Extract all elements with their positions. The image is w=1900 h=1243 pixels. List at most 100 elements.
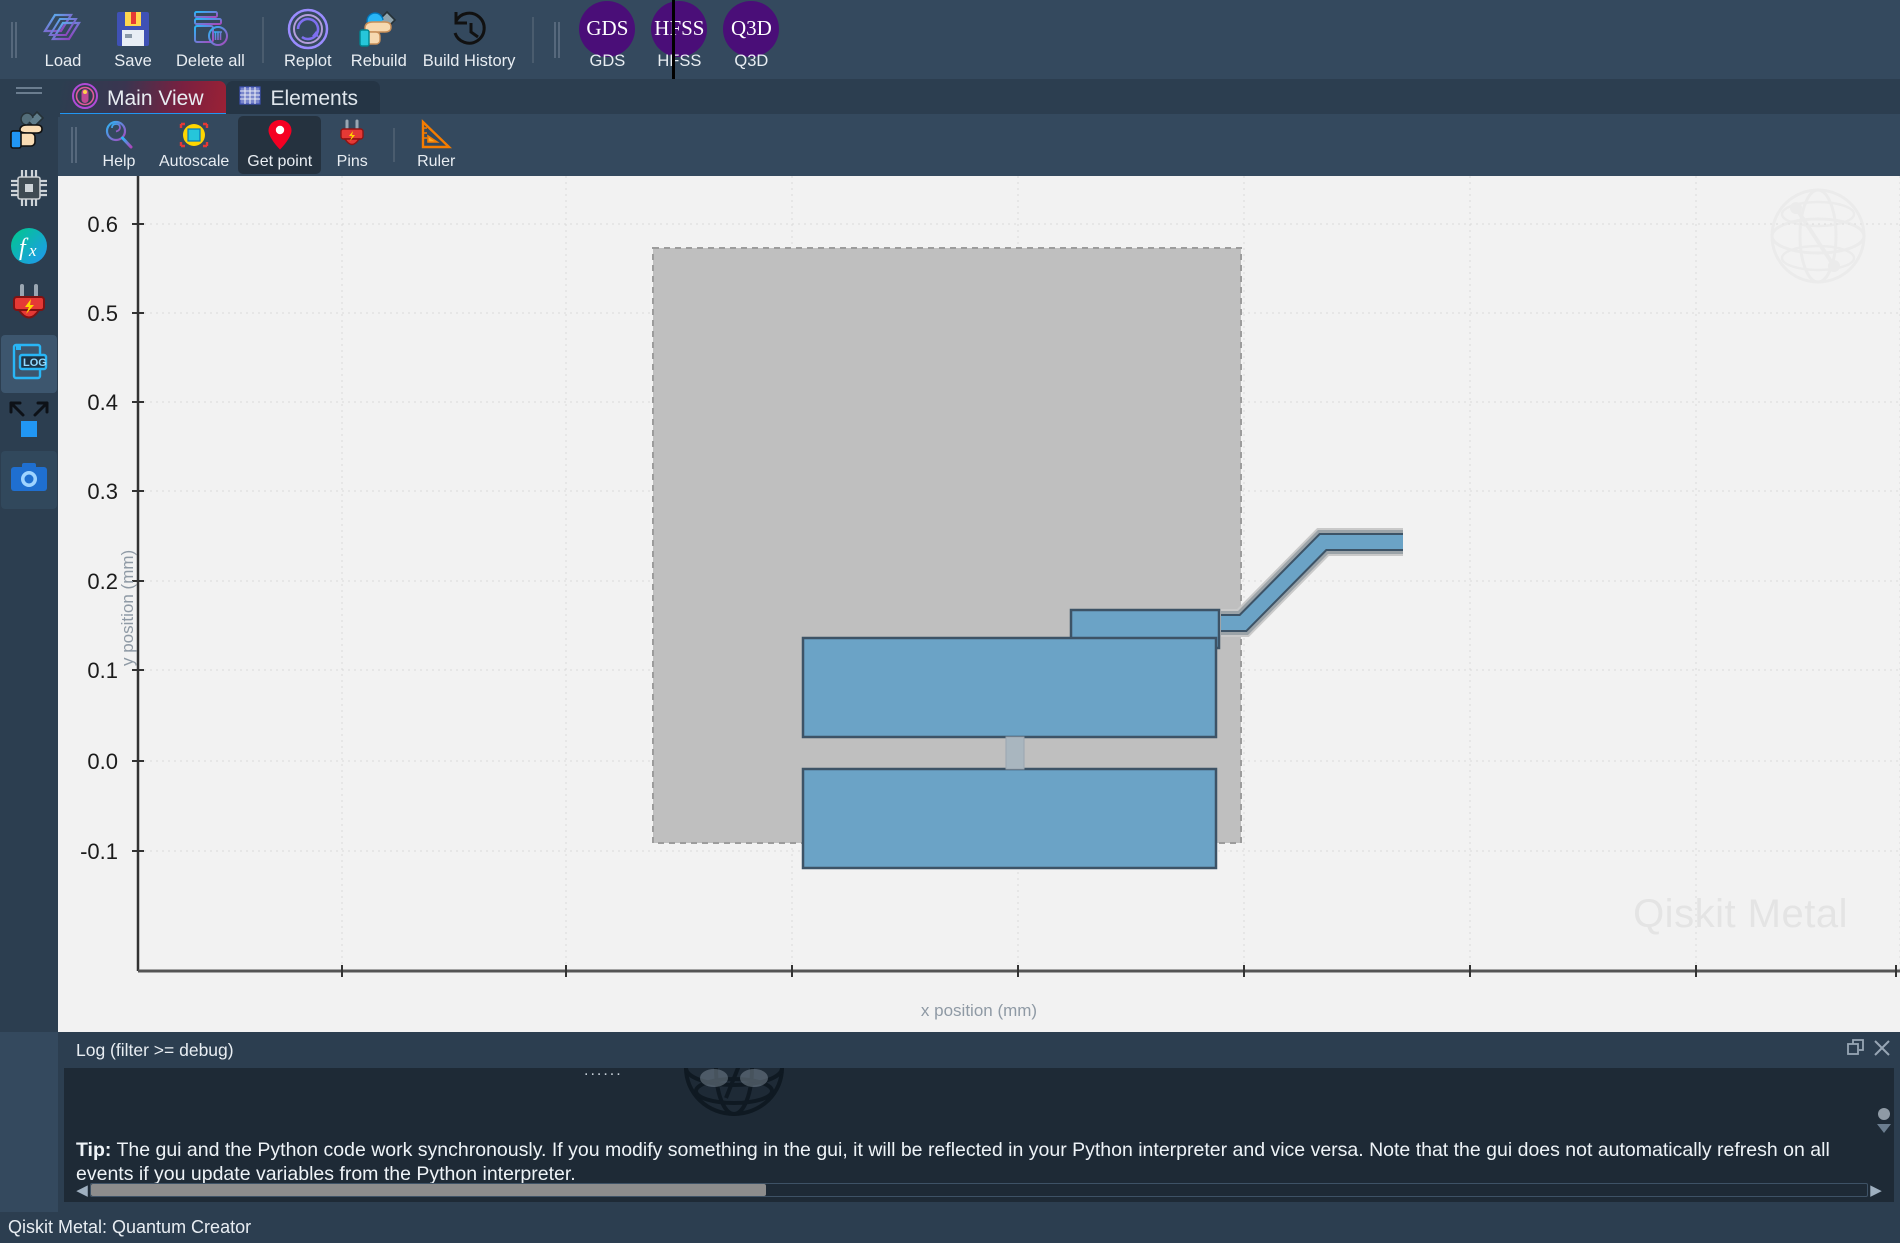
- log-truncated-line: ......: [584, 1068, 623, 1079]
- design-plot-panel[interactable]: 0.6 0.5 0.4 0.3 0.2 0.1 0.0 -0.1 -0.25 0…: [58, 176, 1900, 1032]
- ruler-button-label: Ruler: [417, 153, 456, 170]
- pins-button[interactable]: Pins: [321, 116, 383, 174]
- view-tab-bar: Main View Elements: [0, 79, 1900, 117]
- y-tick-label: 0.4: [87, 390, 118, 415]
- rebuild-button-label: Rebuild: [350, 51, 407, 70]
- sidebar-item-log[interactable]: LOG: [1, 335, 57, 393]
- y-tick-label: -0.1: [80, 839, 118, 864]
- q3d-renderer-button[interactable]: Q3D Q3D: [715, 0, 787, 76]
- fx-icon: f x: [7, 224, 51, 273]
- camera-icon: [9, 460, 49, 501]
- replot-button-label: Replot: [283, 51, 332, 70]
- log-scroll-down-arrow[interactable]: [1877, 1124, 1891, 1133]
- gds-icon: GDS: [579, 0, 636, 57]
- log-scroll-thumb[interactable]: [1878, 1108, 1890, 1120]
- table-grid-icon: [238, 84, 262, 114]
- log-hscroll-thumb[interactable]: [91, 1184, 766, 1196]
- log-panel: Log (filter >= debug) ...... Tip: The gu…: [58, 1032, 1900, 1212]
- gds-renderer-button[interactable]: GDS GDS: [571, 0, 643, 76]
- view-toolbar: Help Autoscale Get point Pins Ruler: [60, 114, 1900, 176]
- replot-button[interactable]: Replot: [273, 4, 343, 76]
- chip-substrate: [652, 247, 1242, 844]
- log-tip-prefix: Tip:: [76, 1139, 112, 1161]
- plot-canvas[interactable]: [58, 176, 1900, 1032]
- expand-icon: [7, 399, 51, 446]
- hfss-badge: HFSS: [651, 0, 708, 57]
- save-icon: [113, 7, 153, 51]
- renderer-toolbar-drag-handle[interactable]: [553, 18, 564, 62]
- help-button[interactable]: Help: [88, 116, 150, 174]
- replot-icon: [286, 7, 330, 51]
- tab-elements-label: Elements: [270, 87, 359, 110]
- sidebar-item-qcomponents[interactable]: [1, 161, 57, 219]
- y-axis-label: y position (mm): [118, 549, 137, 666]
- q3d-icon: Q3D: [723, 0, 780, 57]
- log-horizontal-scrollbar[interactable]: ◀ ▶: [74, 1180, 1884, 1200]
- qiskit-metal-icon: [72, 83, 98, 115]
- hfss-icon: HFSS: [651, 0, 708, 57]
- gds-badge: GDS: [579, 0, 636, 57]
- y-tick-label: 0.3: [87, 479, 118, 504]
- sidebar-item-connectors[interactable]: [1, 277, 57, 335]
- ruler-triangle-icon: [419, 119, 453, 151]
- log-panel-header: Log (filter >= debug): [58, 1032, 1900, 1068]
- save-button-label: Save: [114, 51, 152, 70]
- y-tick-label: 0.0: [87, 749, 118, 774]
- get-point-button[interactable]: Get point: [238, 116, 322, 174]
- svg-text:x: x: [28, 241, 37, 260]
- close-icon[interactable]: [1872, 1038, 1892, 1063]
- log-panel-header-buttons: [1846, 1038, 1900, 1063]
- log-hscroll-track[interactable]: [90, 1183, 1868, 1197]
- autoscale-button[interactable]: Autoscale: [150, 116, 238, 174]
- build-history-button[interactable]: Build History: [415, 4, 524, 76]
- load-button[interactable]: Load: [28, 4, 98, 76]
- view-toolbar-drag-handle[interactable]: [70, 123, 81, 167]
- chip-icon: [7, 166, 51, 215]
- ruler-button[interactable]: Ruler: [405, 116, 467, 174]
- delete-all-button[interactable]: Delete all: [168, 4, 253, 76]
- svg-text:LOG: LOG: [23, 357, 47, 369]
- toolbar-drag-handle[interactable]: [10, 18, 21, 62]
- sidebar-drag-handle[interactable]: [16, 83, 42, 97]
- magnifier-help-icon: [103, 119, 135, 151]
- log-scroll-left-arrow[interactable]: ◀: [74, 1181, 90, 1199]
- pins-button-label: Pins: [336, 153, 368, 170]
- q3d-button-label: Q3D: [734, 51, 769, 70]
- view-toolbar-separator: [393, 128, 396, 162]
- delete-all-icon: [189, 7, 231, 51]
- transmon-pad-top: [801, 636, 1218, 739]
- build-history-icon: [447, 7, 491, 51]
- x-axis-label: x position (mm): [920, 1001, 1038, 1020]
- rebuild-button[interactable]: Rebuild: [343, 4, 415, 76]
- main-toolbar: Load Save Delete all Replot Rebuild Buil…: [0, 0, 1900, 79]
- tab-elements[interactable]: Elements: [225, 81, 381, 117]
- save-button[interactable]: Save: [98, 4, 168, 76]
- load-icon: [41, 7, 85, 51]
- log-tip-text: The gui and the Python code work synchro…: [76, 1139, 1830, 1186]
- build-history-button-label: Build History: [422, 51, 516, 70]
- y-tick-label: 0.5: [87, 301, 118, 326]
- plug-red-icon: [8, 282, 50, 331]
- sidebar-item-fullscreen[interactable]: [1, 393, 57, 451]
- log-output[interactable]: ...... Tip: The gui and the Python code …: [64, 1068, 1894, 1202]
- rebuild-icon: [357, 7, 401, 51]
- application-window: Load Save Delete all Replot Rebuild Buil…: [0, 0, 1900, 1243]
- transmon-pad-bottom: [801, 767, 1218, 870]
- tab-main-view[interactable]: Main View: [60, 81, 226, 117]
- log-file-icon: LOG: [8, 340, 50, 389]
- log-panel-title: Log (filter >= debug): [76, 1039, 234, 1060]
- sidebar-item-component-library[interactable]: [1, 103, 57, 161]
- sidebar-item-screenshot[interactable]: [1, 451, 57, 509]
- hfss-renderer-button[interactable]: HFSS HFSS: [643, 0, 715, 76]
- map-pin-icon: [267, 119, 293, 151]
- autoscale-button-label: Autoscale: [159, 153, 230, 170]
- gds-button-label: GDS: [589, 51, 626, 70]
- float-icon[interactable]: [1846, 1038, 1866, 1063]
- plug-icon: [337, 119, 367, 151]
- help-button-label: Help: [102, 153, 136, 170]
- left-sidebar: f x LOG: [0, 79, 58, 1032]
- log-scroll-right-arrow[interactable]: ▶: [1868, 1181, 1884, 1199]
- tab-main-view-label: Main View: [107, 87, 204, 110]
- autoscale-icon: [178, 119, 210, 151]
- sidebar-item-variables[interactable]: f x: [1, 219, 57, 277]
